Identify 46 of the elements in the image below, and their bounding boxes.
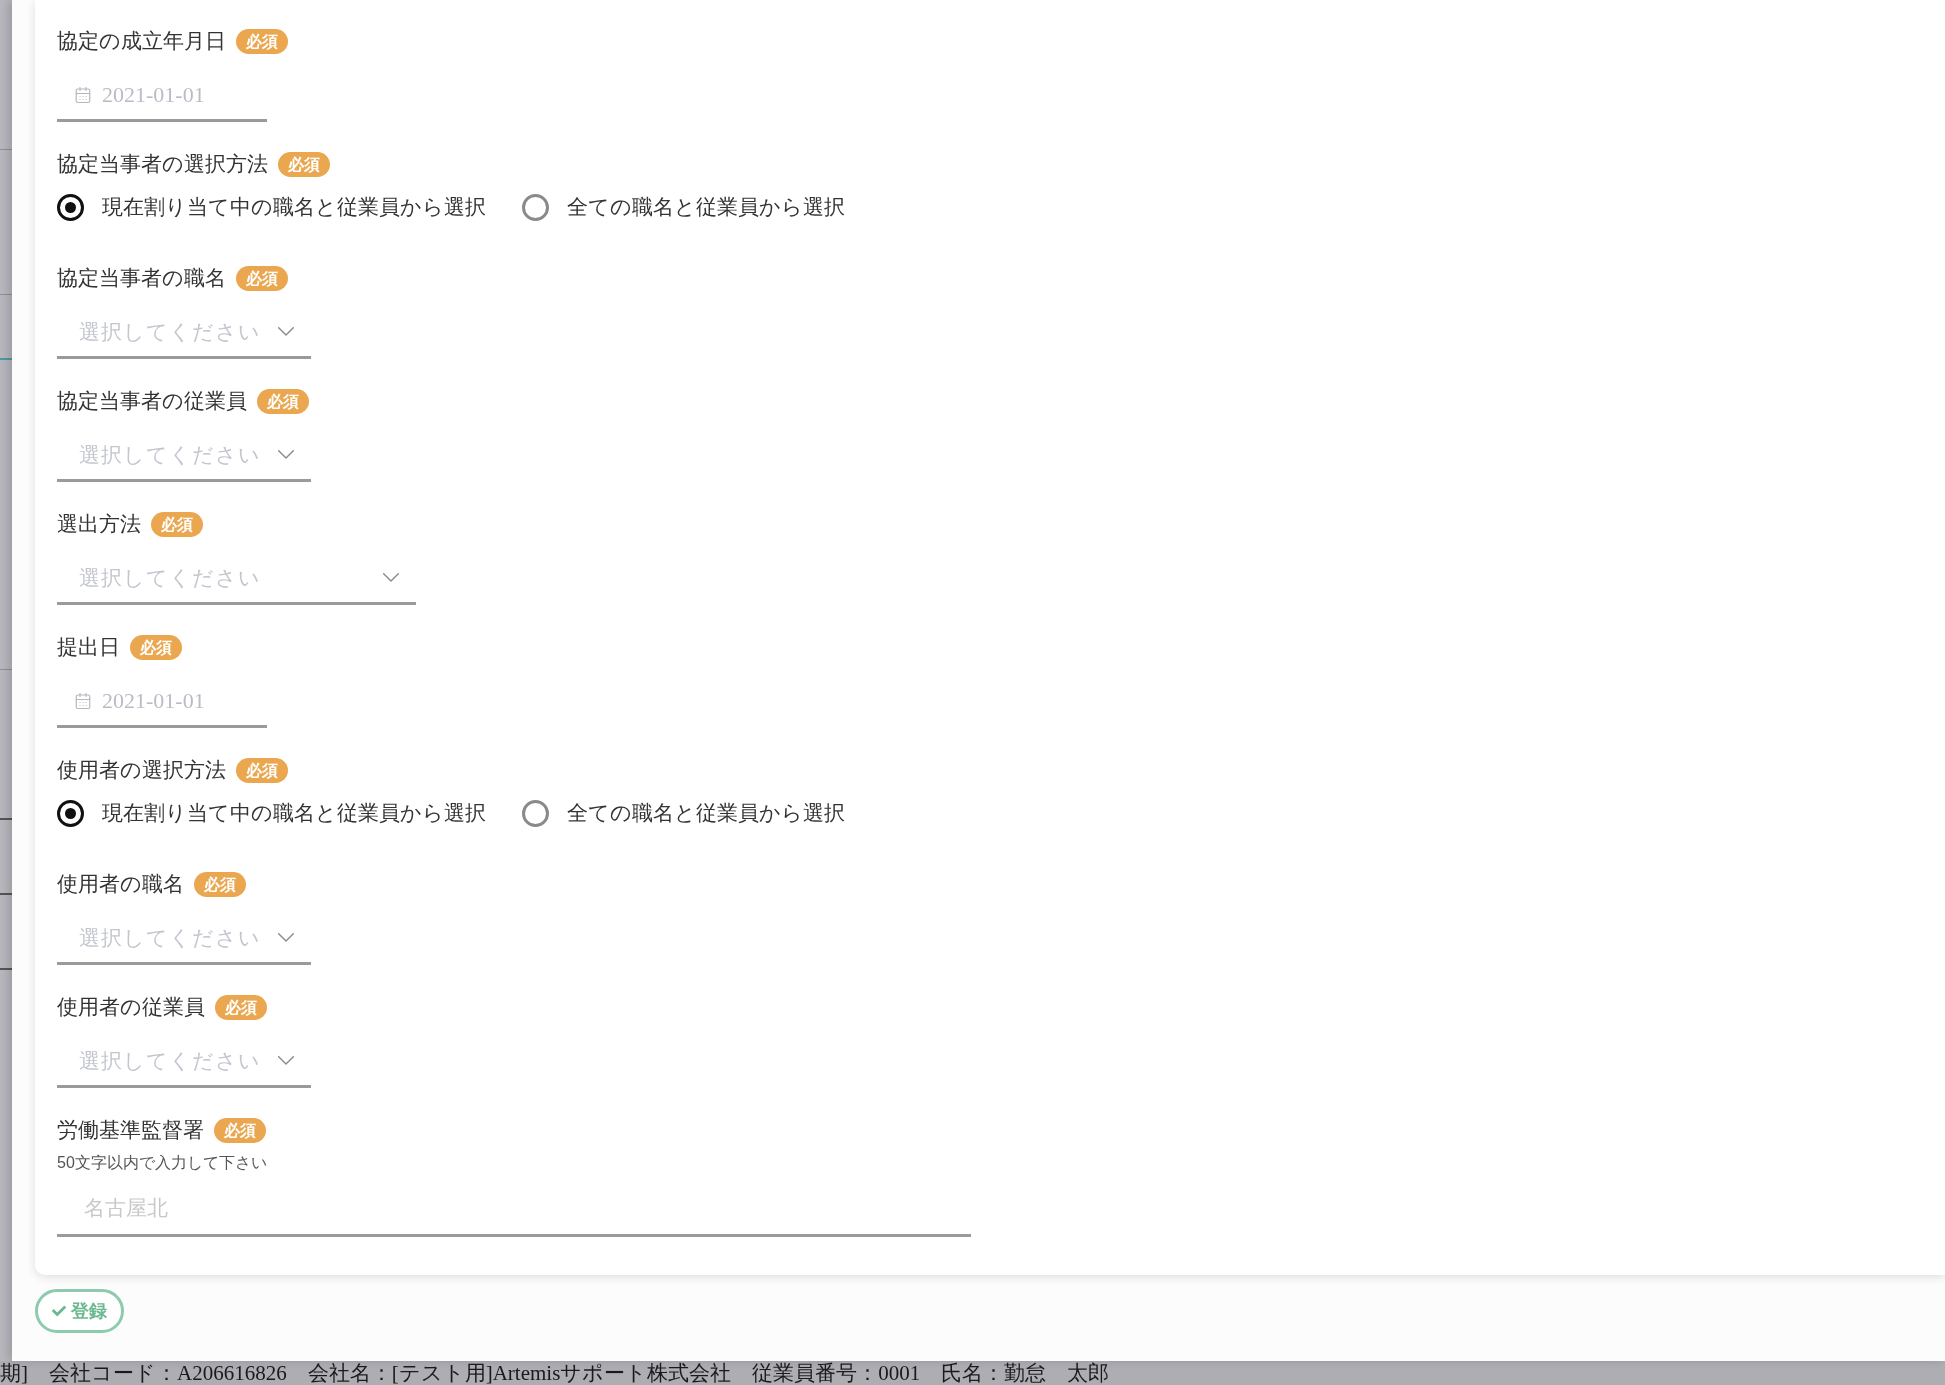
select-field[interactable]: 選択してください bbox=[57, 1036, 311, 1088]
select-field[interactable]: 選択してください bbox=[57, 913, 311, 965]
required-badge: 必須 bbox=[278, 151, 330, 177]
required-badge: 必須 bbox=[236, 757, 288, 783]
chevron-down-icon bbox=[278, 933, 294, 942]
radio-label[interactable]: 現在割り当て中の職名と従業員から選択 bbox=[102, 193, 486, 221]
required-badge: 必須 bbox=[130, 634, 182, 660]
required-badge: 必須 bbox=[257, 388, 309, 414]
required-badge: 必須 bbox=[194, 871, 246, 897]
select-field[interactable]: 選択してください bbox=[57, 430, 311, 482]
chevron-down-icon bbox=[278, 327, 294, 336]
field-label: 使用者の職名 bbox=[57, 871, 184, 897]
calendar-icon bbox=[74, 85, 92, 104]
radio-label[interactable]: 全ての職名と従業員から選択 bbox=[567, 193, 845, 221]
radio-button[interactable] bbox=[57, 799, 84, 827]
radio-label[interactable]: 全ての職名と従業員から選択 bbox=[567, 799, 845, 827]
date-field[interactable]: 2021-01-01 bbox=[57, 676, 267, 728]
required-badge: 必須 bbox=[151, 511, 203, 537]
radio-button[interactable] bbox=[522, 799, 549, 827]
field-label: 使用者の従業員 bbox=[57, 994, 205, 1020]
radio-label[interactable]: 現在割り当て中の職名と従業員から選択 bbox=[102, 799, 486, 827]
field-label: 協定当事者の従業員 bbox=[57, 388, 247, 414]
field-label: 選出方法 bbox=[57, 511, 141, 537]
field-hint: 50文字以内で入力して下さい bbox=[57, 1153, 267, 1173]
required-badge: 必須 bbox=[214, 1117, 266, 1143]
field-label: 労働基準監督署 bbox=[57, 1117, 204, 1143]
field-label: 提出日 bbox=[57, 634, 120, 660]
field-label: 協定の成立年月日 bbox=[57, 28, 226, 54]
required-badge: 必須 bbox=[236, 28, 288, 54]
footer-text: 期] 会社コード：A206616826 会社名：[テスト用]Artemisサポート株式会社 従業員番号：0001 氏名：勤怠 太郎 bbox=[0, 1361, 1110, 1385]
register-button[interactable]: 登録 bbox=[35, 1289, 124, 1333]
field-label: 協定当事者の職名 bbox=[57, 265, 226, 291]
check-icon bbox=[52, 1304, 66, 1318]
field-label: 協定当事者の選択方法 bbox=[57, 151, 268, 177]
radio-button[interactable] bbox=[522, 193, 549, 221]
chevron-down-icon bbox=[278, 450, 294, 459]
calendar-icon bbox=[74, 691, 92, 710]
select-field[interactable]: 選択してください bbox=[57, 553, 416, 605]
select-field[interactable]: 選択してください bbox=[57, 307, 311, 359]
chevron-down-icon bbox=[278, 1056, 294, 1065]
field-label: 使用者の選択方法 bbox=[57, 757, 226, 783]
chevron-down-icon bbox=[383, 573, 399, 582]
date-field[interactable]: 2021-01-01 bbox=[57, 70, 267, 122]
required-badge: 必須 bbox=[236, 265, 288, 291]
radio-button[interactable] bbox=[57, 193, 84, 221]
required-badge: 必須 bbox=[215, 994, 267, 1020]
